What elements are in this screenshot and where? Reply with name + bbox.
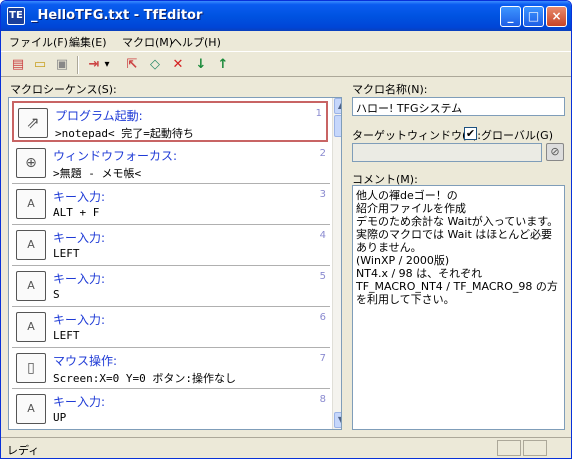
sequence-item-number: 3 xyxy=(319,189,326,200)
comment-line: デモのため余計な Waitが入っています。 xyxy=(356,215,559,228)
export-icon[interactable]: ⇱ xyxy=(123,56,141,74)
global-checkbox[interactable]: ✔ xyxy=(464,127,477,140)
sequence-item-number: 2 xyxy=(319,148,326,159)
comment-line: 他人の褌deゴー！の xyxy=(356,189,458,202)
keyboard-icon: A xyxy=(16,230,46,260)
save-icon[interactable]: ▣ xyxy=(53,56,71,74)
menu-file[interactable]: ファイル(F) xyxy=(9,34,68,50)
dropdown-arrow-icon[interactable]: ▾ xyxy=(102,56,112,74)
sequence-item-detail: UP xyxy=(53,411,67,424)
comment-line: TF_MACRO_NT4 / TF_MACRO_98 の方 xyxy=(356,280,558,293)
comment-line: 紹介用ファイルを作成 xyxy=(356,202,466,215)
menu-help[interactable]: ヘルプ(H) xyxy=(171,34,221,50)
status-pane xyxy=(523,440,547,456)
sequence-item[interactable]: ▯ マウス操作: Screen:X=0 Y=0 ボタン:操作なし 7 xyxy=(12,348,330,389)
app-icon: TE xyxy=(7,7,25,25)
window-focus-icon: ⊕ xyxy=(16,148,46,178)
toolbar-separator xyxy=(77,56,79,74)
sequence-item[interactable]: A キー入力: LEFT 4 xyxy=(12,225,330,266)
comment-line: ありません。 xyxy=(356,241,422,254)
new-file-icon[interactable]: ▤ xyxy=(9,56,27,74)
sequence-scrollbar[interactable]: ▲ ▼ xyxy=(332,98,341,429)
comment-line: 実際のマクロでは Wait はほとんど必要 xyxy=(356,228,552,241)
title-bar[interactable]: TE _HelloTFG.txt - TfEditor _ □ × xyxy=(1,1,571,31)
sequence-item-title: キー入力: xyxy=(53,272,106,286)
target-window-label: ターゲットウィンドウ(T): xyxy=(352,129,482,142)
sequence-item-number: 6 xyxy=(319,312,326,323)
sequence-item-detail: >無題 - メモ帳< xyxy=(53,167,142,180)
sequence-item-number: 4 xyxy=(319,230,326,241)
sequence-label: マクロシーケンス(S): xyxy=(10,83,117,96)
target-window-input[interactable] xyxy=(352,143,542,162)
keyboard-icon: A xyxy=(16,189,46,219)
window-title: _HelloTFG.txt - TfEditor xyxy=(31,8,203,23)
move-up-icon[interactable]: ↑ xyxy=(214,56,232,74)
macro-name-label: マクロ名称(N): xyxy=(352,83,428,96)
scroll-up-icon[interactable]: ▲ xyxy=(334,98,341,114)
sequence-item-title: プログラム起動: xyxy=(55,109,143,123)
sequence-item-number: 7 xyxy=(319,353,326,364)
sequence-item-title: ウィンドウフォーカス: xyxy=(53,149,178,163)
open-folder-icon[interactable]: ▭ xyxy=(31,56,49,74)
resize-grip-icon[interactable] xyxy=(549,440,567,456)
sequence-item-title: キー入力: xyxy=(53,190,106,204)
sequence-item-detail: LEFT xyxy=(53,329,80,342)
sequence-item[interactable]: A キー入力: ALT + F 3 xyxy=(12,184,330,225)
sequence-item-title: キー入力: xyxy=(53,313,106,327)
comment-line: (WinXP / 2000版) xyxy=(356,254,450,267)
sequence-item-detail: >notepad< 完了=起動待ち xyxy=(55,127,194,140)
close-button[interactable]: × xyxy=(546,6,567,27)
sequence-item[interactable]: ⇗ プログラム起動: >notepad< 完了=起動待ち 1 xyxy=(12,101,328,142)
sequence-item[interactable]: A キー入力: S 5 xyxy=(12,266,330,307)
delete-icon[interactable]: ✕ xyxy=(169,56,187,74)
sequence-item-title: キー入力: xyxy=(53,231,106,245)
status-pane xyxy=(497,440,521,456)
scroll-thumb[interactable] xyxy=(334,115,341,137)
keyboard-icon: A xyxy=(16,271,46,301)
tfeditor-window: TE _HelloTFG.txt - TfEditor _ □ × ファイル(F… xyxy=(0,0,572,459)
minimize-button[interactable]: _ xyxy=(500,6,521,27)
keyboard-icon: A xyxy=(16,394,46,424)
sequence-item-title: マウス操作: xyxy=(53,354,118,368)
sequence-item-number: 8 xyxy=(319,394,326,405)
rocket-icon: ⇗ xyxy=(18,108,48,138)
sequence-item[interactable]: A キー入力: LEFT 6 xyxy=(12,307,330,348)
sequence-item-detail: LEFT xyxy=(53,247,80,260)
insert-icon[interactable]: ⇥ xyxy=(85,56,103,74)
eraser-icon[interactable]: ◇ xyxy=(146,56,164,74)
sequence-item[interactable]: A キー入力: UP 8 xyxy=(12,389,330,429)
sequence-item-detail: S xyxy=(53,288,60,301)
toolbar: ▤ ▭ ▣ ⇥ ▾ ⇱ ◇ ✕ ↓ ↑ xyxy=(1,51,571,77)
comment-line: を利用して下さい。 xyxy=(356,293,455,306)
keyboard-icon: A xyxy=(16,312,46,342)
scroll-down-icon[interactable]: ▼ xyxy=(334,412,341,428)
mouse-icon: ▯ xyxy=(16,353,46,383)
status-text: レディ xyxy=(7,444,40,457)
comment-line: NT4.x / 98 は、それぞれ xyxy=(356,267,483,280)
menu-macro[interactable]: マクロ(M) xyxy=(122,34,173,50)
comment-textarea[interactable]: 他人の褌deゴー！の 紹介用ファイルを作成 デモのため余計な Waitが入ってい… xyxy=(352,185,565,430)
sequence-item-detail: ALT + F xyxy=(53,206,100,219)
macro-name-input[interactable]: ハロー! TFGシステム xyxy=(352,97,565,116)
sequence-item[interactable]: ⊕ ウィンドウフォーカス: >無題 - メモ帳< 2 xyxy=(12,143,330,184)
sequence-item-number: 1 xyxy=(315,108,322,119)
sequence-item-detail: Screen:X=0 Y=0 ボタン:操作なし xyxy=(53,372,236,385)
menu-bar: ファイル(F) 編集(E) マクロ(M) ヘルプ(H) xyxy=(1,31,571,51)
clear-target-button[interactable]: ⊘ xyxy=(546,143,564,161)
global-label: グローバル(G) xyxy=(481,129,553,142)
move-down-icon[interactable]: ↓ xyxy=(192,56,210,74)
menu-edit[interactable]: 編集(E) xyxy=(69,34,107,50)
sequence-item-number: 5 xyxy=(319,271,326,282)
macro-sequence-list[interactable]: ⇗ プログラム起動: >notepad< 完了=起動待ち 1 ⊕ ウィンドウフォ… xyxy=(8,97,342,430)
status-bar: レディ xyxy=(1,437,571,458)
maximize-button[interactable]: □ xyxy=(523,6,544,27)
sequence-item-title: キー入力: xyxy=(53,395,106,409)
